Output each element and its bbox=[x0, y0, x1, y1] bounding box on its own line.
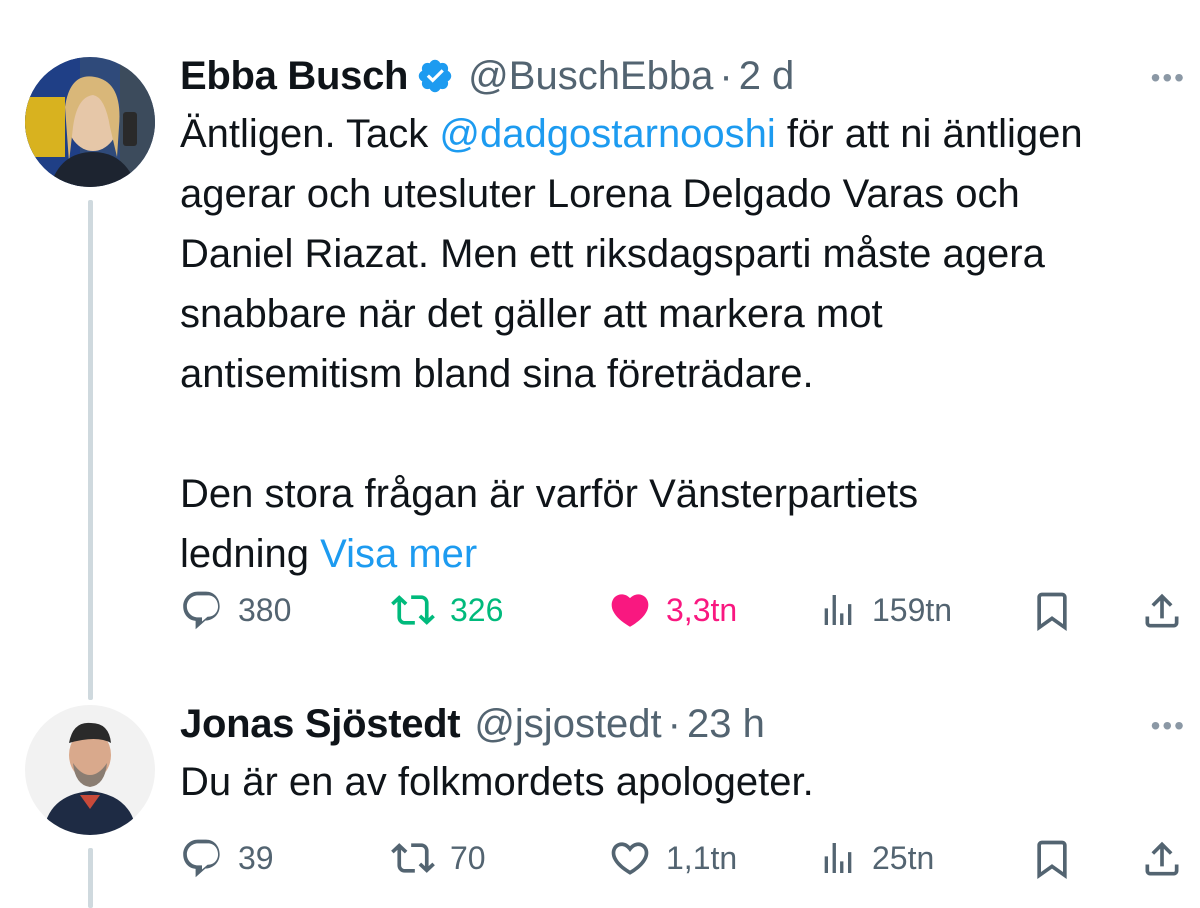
retweet-button[interactable]: 326 bbox=[390, 588, 503, 632]
views-button[interactable]: 159tn bbox=[818, 588, 952, 632]
views-button[interactable]: 25tn bbox=[818, 836, 934, 880]
more-icon[interactable]: ••• bbox=[1151, 62, 1186, 94]
text-line: Du är en av folkmordets apologeter. bbox=[180, 760, 814, 804]
like-count: 1,1tn bbox=[666, 839, 738, 876]
views-count: 25tn bbox=[872, 839, 935, 876]
like-button[interactable]: 1,1tn bbox=[608, 836, 737, 880]
bookmark-icon[interactable] bbox=[1030, 836, 1074, 882]
retweet-icon bbox=[391, 843, 435, 873]
text-line: för att ni äntligen bbox=[775, 112, 1083, 156]
tweet-timestamp[interactable]: 2 d bbox=[739, 52, 795, 100]
reply-icon bbox=[183, 591, 220, 630]
like-icon bbox=[611, 594, 649, 627]
tweet-jonas-sjostedt[interactable]: Jonas Sjöstedt @jsjostedt · 23 h ••• Du … bbox=[180, 700, 1200, 812]
thread-line-top bbox=[88, 200, 93, 700]
text-line: Den stora frågan är varför Vänsterpartie… bbox=[180, 472, 919, 516]
text-line: agerar och utesluter Lorena Delgado Vara… bbox=[180, 172, 1020, 216]
text-line: Daniel Riazat. Men ett riksdagsparti mås… bbox=[180, 232, 1045, 276]
tweet-text: Du är en av folkmordets apologeter. bbox=[180, 752, 1200, 812]
views-icon bbox=[824, 595, 852, 625]
reply-icon bbox=[183, 839, 220, 878]
separator-dot: · bbox=[667, 702, 681, 746]
tweet-actions: 380 326 3,3tn 159tn bbox=[180, 580, 1200, 640]
text-line: antisemitism bland sina företrädare. bbox=[180, 352, 814, 396]
verified-badge-icon bbox=[418, 59, 452, 93]
text-line: snabbare när det gäller att markera mot bbox=[180, 292, 883, 336]
views-count: 159tn bbox=[872, 591, 953, 628]
more-icon[interactable]: ••• bbox=[1151, 710, 1186, 742]
like-count: 3,3tn bbox=[666, 591, 738, 628]
reply-count: 380 bbox=[238, 591, 292, 628]
author-name[interactable]: Jonas Sjöstedt bbox=[180, 700, 461, 748]
like-button[interactable]: 3,3tn bbox=[608, 588, 737, 632]
separator-dot: · bbox=[719, 54, 733, 98]
tweet-actions: 39 70 1,1tn 25tn bbox=[180, 830, 1200, 890]
reply-count: 39 bbox=[238, 839, 274, 876]
retweet-count: 70 bbox=[450, 839, 486, 876]
tweet-header: Jonas Sjöstedt @jsjostedt · 23 h bbox=[180, 700, 1200, 748]
text-line: ledning bbox=[180, 532, 321, 576]
author-name[interactable]: Ebba Busch bbox=[180, 52, 408, 100]
avatar-jonas-sjostedt[interactable] bbox=[25, 705, 155, 835]
share-icon[interactable] bbox=[1140, 588, 1184, 634]
reply-button[interactable]: 380 bbox=[180, 588, 291, 632]
thread-line-bottom bbox=[88, 848, 93, 908]
tweet-text: Äntligen. Tack @dadgostarnooshi för att … bbox=[180, 104, 1200, 584]
avatar-ebba-busch[interactable] bbox=[25, 57, 155, 187]
author-handle[interactable]: @BuschEbba bbox=[468, 52, 713, 100]
bookmark-icon[interactable] bbox=[1030, 588, 1074, 634]
reply-button[interactable]: 39 bbox=[180, 836, 274, 880]
views-icon bbox=[824, 843, 852, 873]
text-line: Äntligen. Tack bbox=[180, 112, 440, 156]
mention-link[interactable]: @dadgostarnooshi bbox=[439, 112, 775, 156]
like-icon bbox=[611, 842, 649, 875]
author-handle[interactable]: @jsjostedt bbox=[474, 700, 661, 748]
tweet-header: Ebba Busch @BuschEbba · 2 d bbox=[180, 52, 1200, 100]
share-icon[interactable] bbox=[1140, 836, 1184, 882]
tweet-ebba-busch[interactable]: Ebba Busch @BuschEbba · 2 d ••• Äntligen… bbox=[180, 52, 1200, 584]
retweet-button[interactable]: 70 bbox=[390, 836, 486, 880]
retweet-count: 326 bbox=[450, 591, 504, 628]
tweet-timestamp[interactable]: 23 h bbox=[687, 700, 765, 748]
show-more-link[interactable]: Visa mer bbox=[320, 532, 477, 576]
retweet-icon bbox=[391, 595, 435, 625]
